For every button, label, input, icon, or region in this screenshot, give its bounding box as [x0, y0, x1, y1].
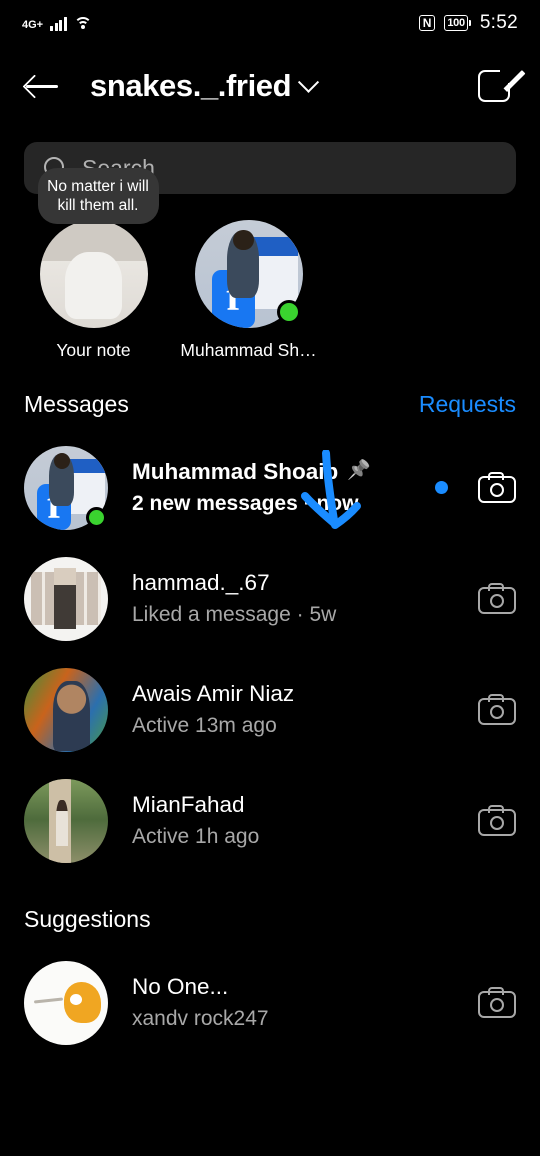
row-avatar-wrap: [24, 445, 108, 530]
row-text: Muhammad Shoaib 2 new messages · now: [132, 459, 435, 516]
thread-time: 5w: [309, 603, 337, 626]
battery-icon: 100: [444, 15, 471, 31]
online-status-dot: [86, 506, 107, 528]
thread-name: hammad._.67: [132, 570, 270, 595]
thread-time: now: [316, 492, 359, 515]
note-bubble[interactable]: No matter i will kill them all.: [37, 168, 159, 224]
pin-icon: [347, 462, 367, 482]
back-arrow-icon[interactable]: [24, 70, 64, 102]
battery-level-label: 100: [444, 15, 468, 31]
requests-link[interactable]: Requests: [419, 391, 516, 418]
camera-icon[interactable]: [478, 805, 516, 836]
unread-dot-placeholder: [435, 703, 448, 716]
messages-section-header: Messages Requests: [0, 361, 540, 418]
table-row[interactable]: MianFahad Active 1h ago: [0, 765, 540, 876]
unread-dot-placeholder: [435, 814, 448, 827]
unread-dot: [435, 481, 448, 494]
thread-preview-row: Active 1h ago: [132, 825, 435, 849]
thread-preview: Active 1h ago: [132, 825, 260, 848]
thread-separator: ·: [303, 492, 311, 515]
row-text: hammad._.67 Liked a message · 5w: [132, 570, 435, 627]
camera-icon[interactable]: [478, 987, 516, 1018]
suggestion-username-row: xandv rock247: [132, 1007, 435, 1031]
note-item-muhammad[interactable]: Muhammad Sh…: [180, 220, 317, 361]
suggestions-list: No One... xandv rock247: [0, 947, 540, 1058]
note-label: Muhammad Sh…: [180, 340, 317, 360]
suggestion-name: No One...: [132, 974, 229, 999]
thread-name-row: MianFahad: [132, 792, 435, 818]
thread-name: MianFahad: [132, 792, 245, 817]
thread-preview: Active 13m ago: [132, 714, 277, 737]
table-row[interactable]: hammad._.67 Liked a message · 5w: [0, 543, 540, 654]
unread-dot-placeholder: [435, 996, 448, 1009]
thread-preview-row: Active 13m ago: [132, 714, 435, 738]
row-avatar-wrap: [24, 556, 108, 641]
note-item-your-note[interactable]: No matter i will kill them all. Your not…: [36, 168, 159, 361]
row-actions: [435, 472, 516, 503]
thread-preview: 2 new messages: [132, 492, 298, 515]
thread-separator: ·: [296, 603, 304, 626]
row-text: Awais Amir Niaz Active 13m ago: [132, 681, 435, 738]
avatar: [24, 778, 108, 863]
signal-bars-icon: [50, 15, 67, 31]
account-switcher[interactable]: snakes._.fried: [90, 68, 320, 104]
row-avatar-wrap: [24, 778, 108, 863]
status-bar-left: 4G+: [22, 15, 92, 31]
avatar: [24, 556, 108, 641]
avatar: [24, 960, 108, 1045]
page-title: snakes._.fried: [90, 68, 292, 103]
suggestions-section-header: Suggestions: [0, 876, 540, 933]
messages-title: Messages: [24, 391, 129, 417]
table-row[interactable]: Muhammad Shoaib 2 new messages · now: [0, 432, 540, 543]
row-text: No One... xandv rock247: [132, 974, 435, 1031]
row-actions: [435, 987, 516, 1018]
app-header: snakes._.fried: [0, 46, 540, 126]
thread-preview: Liked a message: [132, 603, 291, 626]
thread-name-row: Awais Amir Niaz: [132, 681, 435, 707]
nfc-icon: N: [418, 15, 436, 31]
clock-label: 5:52: [479, 12, 518, 33]
table-row[interactable]: Awais Amir Niaz Active 13m ago: [0, 654, 540, 765]
row-avatar-wrap: [24, 960, 108, 1045]
row-text: MianFahad Active 1h ago: [132, 792, 435, 849]
thread-name-row: hammad._.67: [132, 570, 435, 596]
suggestion-username: xandv rock247: [132, 1007, 269, 1030]
network-type-label: 4G+: [22, 19, 44, 31]
row-actions: [435, 805, 516, 836]
camera-icon[interactable]: [478, 694, 516, 725]
status-bar: 4G+ N 100 5:52: [0, 0, 540, 46]
row-actions: [435, 583, 516, 614]
avatar: [39, 220, 148, 328]
thread-list: Muhammad Shoaib 2 new messages · now: [0, 432, 540, 876]
camera-icon[interactable]: [478, 472, 516, 503]
note-label: Your note: [56, 340, 131, 360]
thread-name: Muhammad Shoaib: [132, 459, 339, 484]
row-actions: [435, 694, 516, 725]
suggestion-name-row: No One...: [132, 974, 435, 1000]
note-avatar-wrap: No matter i will kill them all.: [37, 168, 159, 328]
note-avatar-wrap: [194, 220, 303, 328]
thread-name-row: Muhammad Shoaib: [132, 459, 435, 485]
thread-preview-row: 2 new messages · now: [132, 492, 435, 516]
chevron-down-icon: [298, 71, 320, 93]
compose-icon[interactable]: [478, 67, 526, 105]
avatar: [24, 667, 108, 752]
list-item[interactable]: No One... xandv rock247: [0, 947, 540, 1058]
notes-row: No matter i will kill them all. Your not…: [0, 168, 540, 361]
row-avatar-wrap: [24, 667, 108, 752]
instagram-direct-messages-screen: 4G+ N 100 5:52 snakes._.fried Search: [0, 0, 540, 1156]
camera-icon[interactable]: [478, 583, 516, 614]
unread-dot-placeholder: [435, 592, 448, 605]
suggestions-title: Suggestions: [24, 906, 151, 932]
wifi-icon: [73, 17, 92, 31]
online-status-dot: [276, 300, 301, 324]
thread-name: Awais Amir Niaz: [132, 681, 295, 706]
thread-preview-row: Liked a message · 5w: [132, 603, 435, 627]
status-bar-right: N 100 5:52: [418, 12, 518, 34]
